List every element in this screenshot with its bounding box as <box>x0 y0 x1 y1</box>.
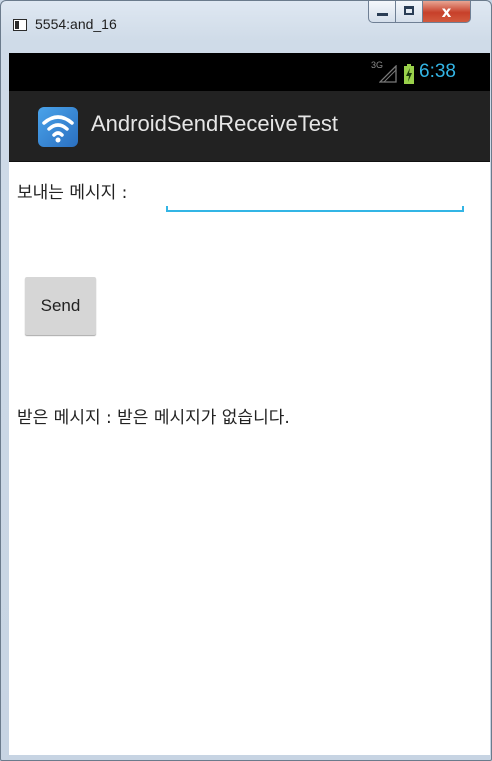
minimize-icon <box>377 13 388 16</box>
minimize-button[interactable] <box>368 1 396 23</box>
message-input-underline <box>166 206 464 212</box>
wifi-icon[interactable] <box>38 107 78 147</box>
app-title: AndroidSendReceiveTest <box>91 111 339 136</box>
close-button[interactable]: x <box>423 1 471 23</box>
send-message-label: 보내는 메시지 : <box>17 183 128 203</box>
device-screen: 3G 6:38 AndroidSendReceiveTest 보내는 메시지:… <box>9 53 490 755</box>
action-bar: AndroidSendReceiveTest <box>9 91 490 162</box>
received-message-text: 받은 메시지 : 받은 메시지가 없습니다. <box>17 408 290 428</box>
close-icon: x <box>441 3 452 21</box>
battery-charging-icon <box>404 64 414 84</box>
emulator-app-icon <box>13 19 27 31</box>
emulator-window: 5554:and_16 x 3G 6:38 AndroidSendReceive… <box>0 0 492 761</box>
maximize-icon <box>404 6 414 15</box>
window-titlebar[interactable]: 5554:and_16 x <box>1 1 491 53</box>
maximize-button[interactable] <box>396 1 423 23</box>
status-clock: 6:38 <box>419 61 456 82</box>
send-button[interactable]: Send <box>25 277 96 335</box>
window-title: 5554:and_16 <box>35 16 117 32</box>
message-input[interactable] <box>166 173 464 213</box>
signal-icon <box>379 65 397 83</box>
wifi-glyph <box>42 115 74 143</box>
status-bar: 3G 6:38 <box>9 53 490 91</box>
